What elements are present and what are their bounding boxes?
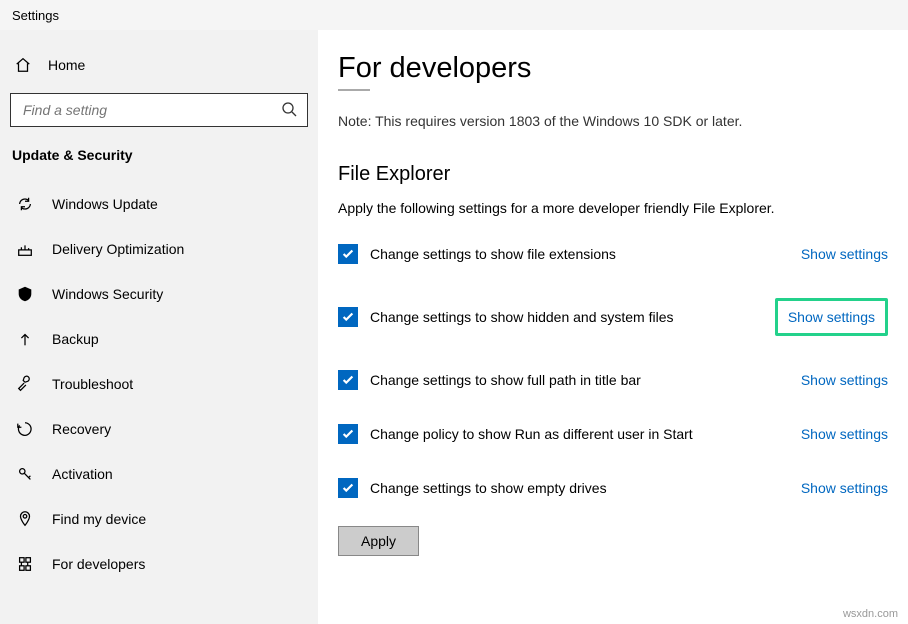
option-empty-drives: Change settings to show empty drives Sho…: [338, 478, 888, 498]
sidebar-item-for-developers[interactable]: For developers: [0, 541, 318, 586]
main-content: For developers Note: This requires versi…: [318, 30, 908, 624]
key-icon: [16, 465, 34, 483]
checkbox-full-path[interactable]: [338, 370, 358, 390]
recovery-icon: [16, 420, 34, 438]
show-settings-link[interactable]: Show settings: [801, 480, 888, 496]
shield-icon: [16, 285, 34, 303]
apply-button[interactable]: Apply: [338, 526, 419, 556]
option-file-extensions: Change settings to show file extensions …: [338, 244, 888, 264]
titlebar: Settings: [0, 0, 908, 30]
file-explorer-desc: Apply the following settings for a more …: [338, 200, 888, 216]
sidebar-home[interactable]: Home: [0, 45, 318, 85]
window-title: Settings: [12, 8, 59, 23]
sidebar-item-windows-security[interactable]: Windows Security: [0, 271, 318, 316]
search-icon: [281, 101, 297, 120]
developers-icon: [16, 555, 34, 573]
show-settings-link[interactable]: Show settings: [801, 372, 888, 388]
sidebar-section-header: Update & Security: [0, 137, 318, 171]
option-label: Change settings to show hidden and syste…: [370, 309, 761, 325]
sidebar-item-recovery[interactable]: Recovery: [0, 406, 318, 451]
delivery-icon: [16, 240, 34, 258]
search-box[interactable]: [10, 93, 308, 127]
option-full-path: Change settings to show full path in tit…: [338, 370, 888, 390]
option-hidden-files: Change settings to show hidden and syste…: [338, 298, 888, 336]
sidebar-home-label: Home: [48, 57, 85, 73]
show-settings-link[interactable]: Show settings: [788, 309, 875, 325]
sidebar-item-label: Recovery: [52, 421, 111, 437]
sidebar-item-activation[interactable]: Activation: [0, 451, 318, 496]
location-icon: [16, 510, 34, 528]
sync-icon: [16, 195, 34, 213]
checkbox-hidden-files[interactable]: [338, 307, 358, 327]
sidebar-item-label: Find my device: [52, 511, 146, 527]
checkbox-run-as-user[interactable]: [338, 424, 358, 444]
show-settings-link[interactable]: Show settings: [801, 246, 888, 262]
sidebar-item-windows-update[interactable]: Windows Update: [0, 181, 318, 226]
option-label: Change settings to show full path in tit…: [370, 372, 787, 388]
wrench-icon: [16, 375, 34, 393]
search-input[interactable]: [21, 101, 281, 119]
sidebar-item-label: Delivery Optimization: [52, 241, 184, 257]
home-icon: [14, 56, 32, 74]
sidebar-item-label: Windows Update: [52, 196, 158, 212]
file-explorer-heading: File Explorer: [338, 163, 888, 186]
page-title: For developers: [338, 52, 888, 85]
sidebar-item-troubleshoot[interactable]: Troubleshoot: [0, 361, 318, 406]
option-label: Change policy to show Run as different u…: [370, 426, 787, 442]
backup-icon: [16, 330, 34, 348]
show-settings-link[interactable]: Show settings: [801, 426, 888, 442]
option-label: Change settings to show empty drives: [370, 480, 787, 496]
checkbox-file-extensions[interactable]: [338, 244, 358, 264]
sidebar: Home Update & Security: [0, 30, 318, 624]
sidebar-item-backup[interactable]: Backup: [0, 316, 318, 361]
highlighted-show-settings: Show settings: [775, 298, 888, 336]
sidebar-item-find-my-device[interactable]: Find my device: [0, 496, 318, 541]
sidebar-item-label: Backup: [52, 331, 99, 347]
option-label: Change settings to show file extensions: [370, 246, 787, 262]
option-run-as-user: Change policy to show Run as different u…: [338, 424, 888, 444]
title-underline: [338, 89, 370, 91]
watermark: wsxdn.com: [843, 608, 898, 620]
sidebar-item-label: For developers: [52, 556, 145, 572]
checkbox-empty-drives[interactable]: [338, 478, 358, 498]
sidebar-item-label: Troubleshoot: [52, 376, 133, 392]
sdk-note: Note: This requires version 1803 of the …: [338, 113, 888, 129]
sidebar-item-delivery-optimization[interactable]: Delivery Optimization: [0, 226, 318, 271]
sidebar-item-label: Windows Security: [52, 286, 163, 302]
sidebar-item-label: Activation: [52, 466, 113, 482]
